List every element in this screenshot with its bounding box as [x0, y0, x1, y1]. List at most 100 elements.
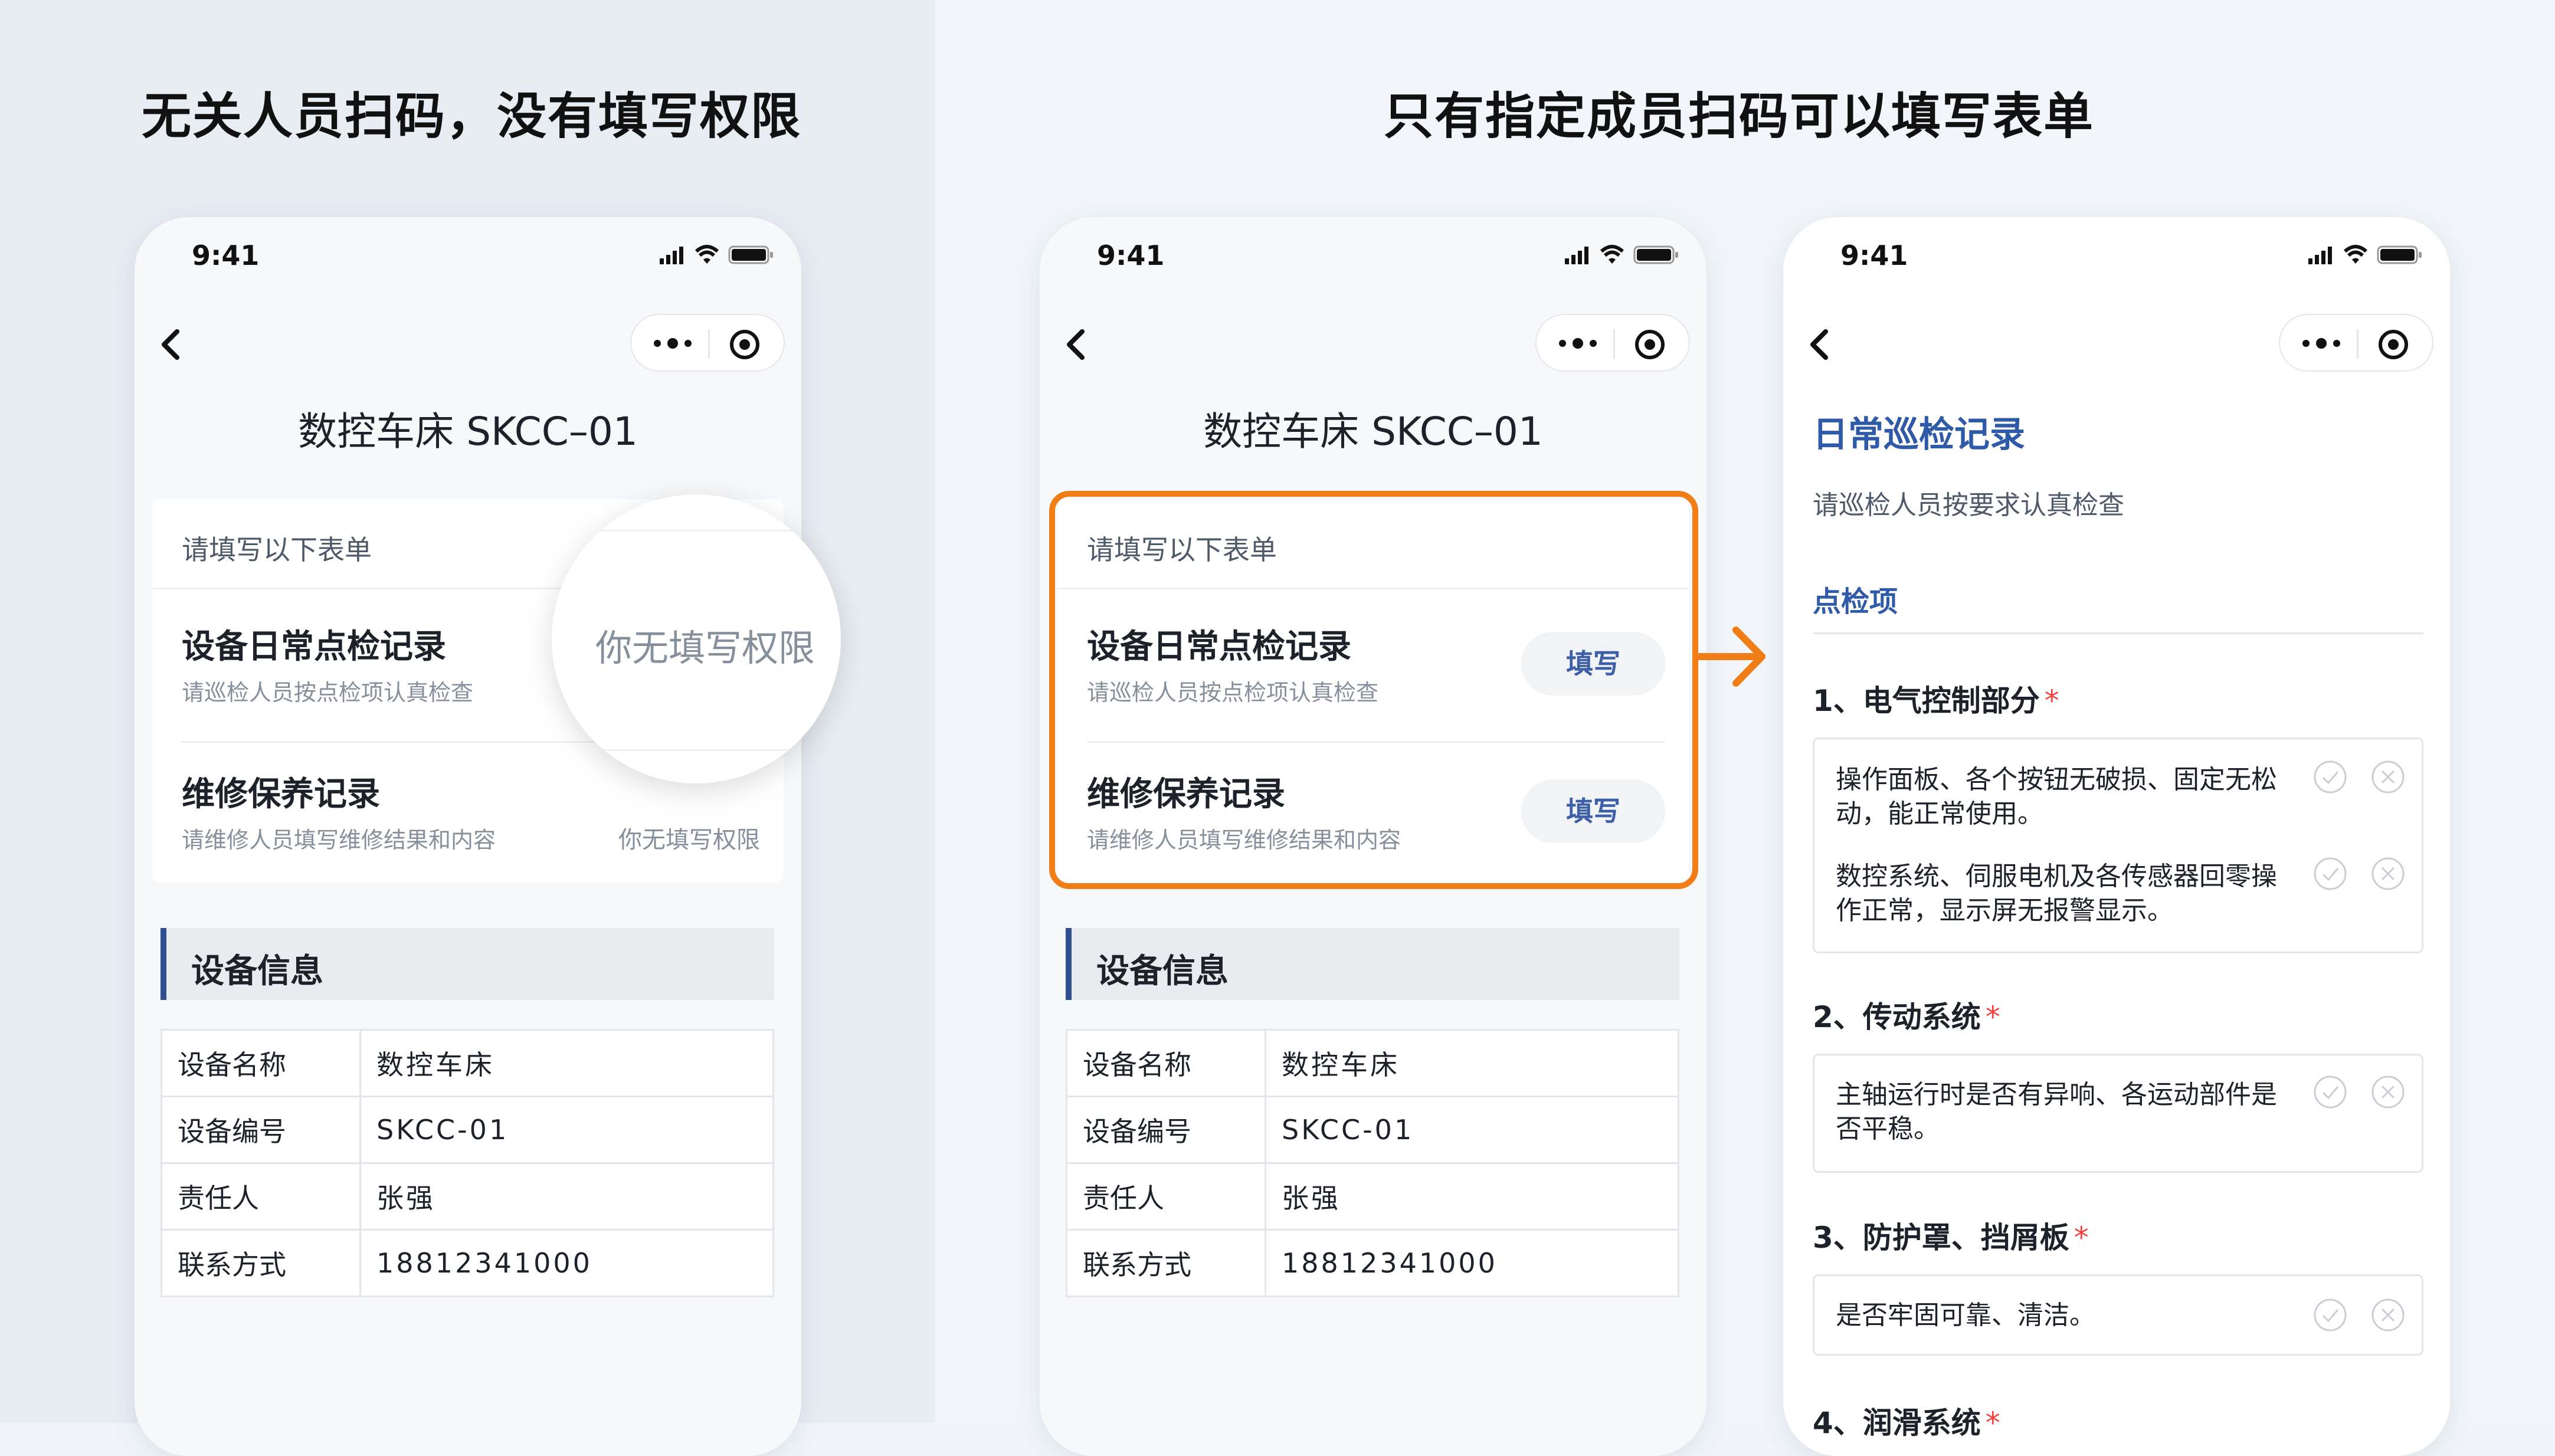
cross-icon[interactable]	[2370, 1297, 2406, 1333]
option-text: 主轴运行时是否有异响、各运动部件是否平稳。	[1836, 1080, 2277, 1144]
more-icon[interactable]	[649, 330, 696, 356]
info-key: 设备名称	[1066, 1029, 1266, 1097]
question-label: 3、防护罩、挡屑板 *	[1813, 1214, 2089, 1257]
cross-icon[interactable]	[2370, 856, 2406, 891]
info-key: 设备编号	[1066, 1096, 1266, 1164]
question-options-box: 主轴运行时是否有异响、各运动部件是否平稳。	[1813, 1054, 2423, 1173]
device-info-section: 设备信息	[160, 928, 774, 1000]
back-icon[interactable]	[1801, 323, 1840, 366]
system-status-icons	[2308, 245, 2422, 264]
info-key: 责任人	[1066, 1162, 1266, 1231]
highlight-frame	[1049, 491, 1698, 889]
check-icon[interactable]	[2312, 856, 2348, 891]
no-permission-label: 你无填写权限	[618, 827, 760, 854]
question-label: 1、电气控制部分 *	[1813, 677, 2059, 720]
form-item-maintenance: 维修保养记录 请维修人员填写维修结果和内容 你无填写权限	[182, 768, 760, 886]
divider	[1813, 632, 2423, 634]
form-item-subtitle: 请巡检人员按点检项认真检查	[182, 680, 474, 706]
info-value: 数控车床	[359, 1029, 774, 1097]
more-icon[interactable]	[1554, 330, 1601, 356]
info-value: 数控车床	[1265, 1029, 1679, 1097]
form-title: 日常巡检记录	[1813, 414, 2025, 455]
status-time: 9:41	[192, 240, 260, 271]
info-value: SKCC-01	[359, 1096, 774, 1164]
info-value: 18812341000	[1265, 1229, 1679, 1297]
system-status-icons	[660, 245, 773, 264]
left-heading: 无关人员扫码，没有填写权限	[142, 87, 802, 145]
cross-icon[interactable]	[2370, 759, 2406, 795]
check-icon[interactable]	[2312, 759, 2348, 795]
question-text: 1、电气控制部分	[1813, 684, 2040, 718]
check-icon[interactable]	[2312, 1074, 2348, 1110]
arrow-right-icon	[1692, 627, 1765, 687]
info-key: 设备编号	[160, 1096, 361, 1164]
table-row: 联系方式 18812341000	[1066, 1229, 1679, 1297]
status-time: 9:41	[1097, 240, 1165, 271]
divider	[552, 530, 841, 532]
system-status-icons	[1565, 245, 1678, 264]
table-row: 设备名称 数控车床	[1066, 1029, 1679, 1097]
info-key: 联系方式	[1066, 1229, 1266, 1297]
question-text: 4、润滑系统	[1813, 1406, 1981, 1440]
question-label: 2、传动系统 *	[1813, 993, 2000, 1036]
info-key: 设备名称	[160, 1029, 361, 1097]
table-row: 设备编号 SKCC-01	[160, 1096, 774, 1164]
signal-icon	[1565, 247, 1588, 264]
battery-icon	[728, 245, 773, 264]
question-options-box: 是否牢固可靠、清洁。	[1813, 1274, 2423, 1356]
status-bar: 9:41	[1040, 217, 1706, 300]
capsule-divider	[708, 329, 710, 359]
table-row: 责任人 张强	[1066, 1162, 1679, 1231]
form-group-label: 点检项	[1813, 585, 1898, 618]
page-title: 数控车床 SKCC–01	[1203, 409, 1543, 454]
mini-program-capsule	[1535, 314, 1690, 372]
form-list-header: 请填写以下表单	[182, 534, 372, 566]
back-icon[interactable]	[1057, 323, 1096, 366]
signal-icon	[2308, 247, 2332, 264]
check-icon[interactable]	[2312, 1297, 2348, 1333]
info-key: 责任人	[160, 1162, 361, 1231]
table-row: 设备名称 数控车床	[160, 1029, 774, 1097]
question-text: 2、传动系统	[1813, 1000, 1981, 1034]
option-text: 是否牢固可靠、清洁。	[1836, 1300, 2095, 1330]
section-title: 设备信息	[1096, 952, 1229, 991]
nav-bar	[135, 300, 801, 388]
form-item-title: 维修保养记录	[182, 775, 380, 814]
battery-icon	[1633, 245, 1678, 264]
divider	[552, 749, 841, 751]
status-bar: 9:41	[135, 217, 801, 300]
table-row: 设备编号 SKCC-01	[1066, 1096, 1679, 1164]
page-title: 数控车床 SKCC–01	[298, 409, 638, 454]
more-icon[interactable]	[2298, 330, 2345, 356]
device-info-section: 设备信息	[1066, 928, 1679, 1000]
no-permission-magnifier: 你无填写权限	[552, 494, 841, 783]
info-value: 张强	[1265, 1162, 1679, 1231]
wifi-icon	[2344, 245, 2367, 264]
target-icon[interactable]	[727, 327, 762, 362]
table-row: 联系方式 18812341000	[160, 1229, 774, 1297]
form-item-title: 设备日常点检记录	[182, 628, 446, 666]
required-mark: *	[2044, 684, 2059, 718]
required-mark: *	[1985, 1406, 2000, 1440]
target-icon[interactable]	[2376, 327, 2411, 362]
question-label: 4、润滑系统 *	[1813, 1399, 2000, 1442]
table-row: 责任人 张强	[160, 1162, 774, 1231]
wifi-icon	[1600, 245, 1624, 264]
section-title: 设备信息	[191, 952, 323, 991]
capsule-divider	[2357, 329, 2359, 359]
mini-program-capsule	[2279, 314, 2433, 372]
wifi-icon	[695, 245, 719, 264]
required-mark: *	[2074, 1221, 2089, 1255]
target-icon[interactable]	[1632, 327, 1668, 362]
status-bar: 9:41	[1783, 217, 2450, 300]
info-value: 18812341000	[359, 1229, 774, 1297]
cross-icon[interactable]	[2370, 1074, 2406, 1110]
right-heading: 只有指定成员扫码可以填写表单	[1384, 87, 2095, 145]
no-permission-zoomed-label: 你无填写权限	[595, 627, 815, 670]
back-icon[interactable]	[152, 323, 191, 366]
battery-icon	[2377, 245, 2422, 264]
device-info-table: 设备名称 数控车床 设备编号 SKCC-01 责任人 张强 联系方式 188123410…	[1066, 1029, 1679, 1297]
required-mark: *	[1985, 1000, 2000, 1034]
info-value: SKCC-01	[1265, 1096, 1679, 1164]
nav-bar	[1040, 300, 1706, 388]
